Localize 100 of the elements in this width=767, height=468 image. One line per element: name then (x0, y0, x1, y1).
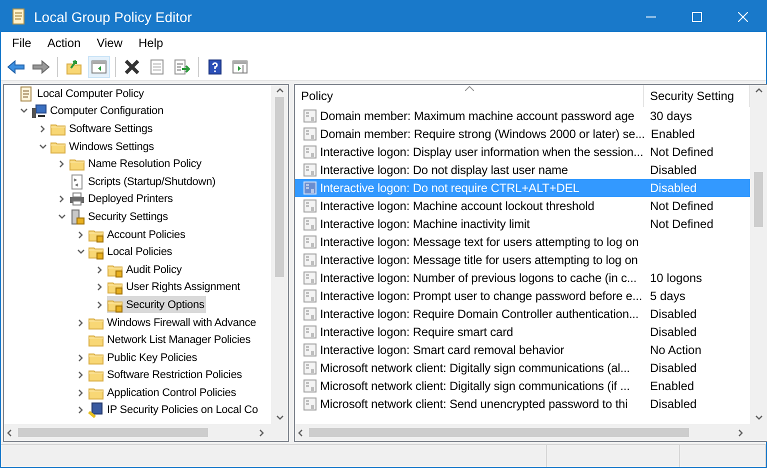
policy-name: Interactive logon: Prompt user to change password before e... (320, 289, 642, 303)
scrollbar-thumb[interactable] (275, 97, 284, 277)
scrollbar-thumb[interactable] (18, 428, 208, 437)
tree-item[interactable]: Deployed Printers (69, 190, 175, 208)
tree-item[interactable]: Windows Firewall with Advance (88, 314, 258, 332)
table-row[interactable]: Domain member: Maximum machine account password age 30 days (295, 107, 750, 125)
policy-name: Domain member: Maximum machine account password age (320, 109, 634, 123)
menu-item[interactable]: Action (40, 36, 88, 50)
table-row[interactable]: Microsoft network client: Send unencrypted password to thi Disabled (295, 395, 750, 413)
policy-name: Interactive logon: Smart card removal behavior (320, 343, 564, 357)
table-row[interactable]: Domain member: Require strong (Windows 2000 or later) se... Enabled (295, 125, 750, 143)
policy-icon (303, 163, 317, 177)
tree-item[interactable]: Computer Configuration (31, 102, 166, 120)
security-setting: Disabled (650, 361, 697, 375)
policy-icon (303, 307, 317, 321)
policy-name: Interactive logon: Machine account lockout threshold (320, 199, 594, 213)
tree-item[interactable]: Software Restriction Policies (88, 366, 244, 384)
table-row[interactable]: Interactive logon: Display user information when the session... Not Defined (295, 143, 750, 161)
delete-icon (124, 58, 140, 74)
table-row[interactable]: Interactive logon: Require Domain Controller authentication... Disabled (295, 305, 750, 323)
export-list-icon (174, 58, 190, 74)
horizontal-scrollbar[interactable] (4, 424, 288, 441)
menu-item[interactable]: View (90, 36, 130, 50)
horizontal-scrollbar[interactable] (295, 424, 767, 441)
policy-icon (303, 397, 317, 411)
tree-item[interactable]: Scripts (Startup/Shutdown) (69, 173, 218, 190)
policy-icon (303, 379, 317, 393)
policy-name: Microsoft network client: Digitally sign communications (if ... (320, 379, 630, 393)
menu-item[interactable]: File (5, 36, 38, 50)
maximize-icon (692, 12, 702, 22)
server-lock-icon (69, 208, 85, 225)
security-setting: Enabled (650, 379, 694, 393)
tree-item[interactable]: Security Settings (69, 208, 170, 226)
policy-icon (303, 271, 317, 285)
window-title: Local Group Policy Editor (34, 8, 193, 24)
policy-name: Interactive logon: Require smart card (320, 325, 514, 339)
network-lock-icon (88, 402, 104, 418)
forward-arrow-icon (32, 60, 50, 74)
vertical-scrollbar[interactable] (271, 85, 288, 424)
tree-item[interactable]: Windows Settings (50, 138, 156, 156)
tree-item[interactable]: Local Computer Policy (18, 85, 146, 102)
policy-name: Interactive logon: Require Domain Controller authentication... (320, 307, 639, 321)
security-setting: Disabled (650, 397, 697, 411)
tree-item[interactable]: IP Security Policies on Local Co (88, 402, 260, 419)
tree-item[interactable]: Network List Manager Policies (88, 332, 253, 349)
tree-item[interactable]: Security Options (107, 296, 206, 314)
properties-icon (150, 58, 164, 74)
table-row[interactable]: Interactive logon: Message text for users attempting to log on (295, 233, 750, 251)
scrollbar-thumb[interactable] (309, 428, 689, 437)
security-setting: Not Defined (650, 217, 714, 231)
table-row[interactable]: Interactive logon: Smart card removal behavior No Action (295, 341, 750, 359)
table-row[interactable]: Interactive logon: Number of previous logons to cache (in c... 10 logons (295, 269, 750, 287)
security-setting: Disabled (650, 307, 697, 321)
policy-icon (303, 109, 317, 123)
policy-name: Interactive logon: Do not require CTRL+ALT+DEL (320, 181, 580, 195)
table-row[interactable]: Interactive logon: Do not display last user name Disabled (295, 161, 750, 179)
policy-icon (303, 361, 317, 375)
security-setting: 10 logons (650, 271, 702, 285)
scrollbar-thumb[interactable] (754, 172, 763, 227)
column-header[interactable]: Policy (295, 85, 644, 107)
policy-icon (303, 253, 317, 267)
folder-up-icon (66, 58, 82, 74)
tree-item[interactable]: User Rights Assignment (107, 278, 242, 296)
security-setting: Not Defined (650, 145, 714, 159)
policy-name: Interactive logon: Message text for users attempting to log on (320, 235, 639, 249)
tree-item[interactable]: Audit Policy (107, 261, 184, 278)
policy-name: Interactive logon: Number of previous logons to cache (in c... (320, 271, 637, 285)
policy-icon (303, 127, 317, 141)
tree-item[interactable]: Account Policies (88, 226, 188, 244)
table-row[interactable]: Microsoft network client: Digitally sign communications (al... Disabled (295, 359, 750, 377)
table-row[interactable]: Interactive logon: Message title for users attempting to log on (295, 251, 750, 269)
policy-name: Domain member: Require strong (Windows 2000 or later) se... (320, 127, 645, 141)
policy-name: Interactive logon: Do not display last user name (320, 163, 568, 177)
table-row[interactable]: Interactive logon: Machine account lockout threshold Not Defined (295, 197, 750, 215)
security-setting: Disabled (650, 163, 697, 177)
policy-icon (303, 145, 317, 159)
close-icon (738, 12, 748, 22)
security-setting: 5 days (650, 289, 686, 303)
table-row[interactable]: Interactive logon: Machine inactivity limit Not Defined (295, 215, 750, 233)
policy-name: Microsoft network client: Digitally sign communications (al... (320, 361, 630, 375)
tree-item[interactable]: Name Resolution Policy (69, 156, 204, 173)
action-pane-icon (232, 60, 248, 74)
tree-item[interactable]: Application Control Policies (88, 384, 238, 402)
table-row[interactable]: Interactive logon: Prompt user to change password before e... 5 days (295, 287, 750, 305)
tree-item[interactable]: Local Policies (88, 244, 174, 261)
policy-icon (303, 289, 317, 303)
security-setting: Enabled (650, 127, 695, 141)
security-setting: No Action (650, 343, 702, 357)
table-row[interactable]: Interactive logon: Require smart card Disabled (295, 323, 750, 341)
security-setting: Not Defined (650, 199, 714, 213)
table-row[interactable]: Microsoft network client: Digitally sign communications (if ... Enabled (295, 377, 750, 395)
policy-icon (303, 325, 317, 339)
vertical-scrollbar[interactable] (750, 85, 767, 424)
policy-name: Interactive logon: Machine inactivity limit (320, 217, 530, 231)
security-setting: Disabled (650, 325, 697, 339)
tree-item[interactable]: Public Key Policies (88, 349, 200, 366)
menu-item[interactable]: Help (132, 36, 170, 50)
tree-item[interactable]: Software Settings (50, 120, 155, 138)
computer-icon (31, 103, 47, 120)
back-arrow-icon (7, 60, 25, 74)
